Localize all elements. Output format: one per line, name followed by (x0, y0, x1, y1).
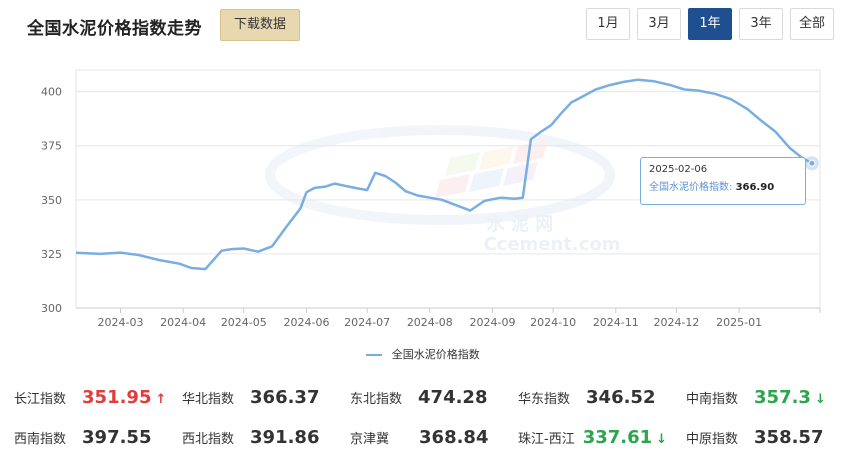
y-tick-label: 300 (41, 302, 62, 315)
index-value: 474.28 (418, 387, 488, 408)
watermark-text-en: Ccement.com (483, 234, 620, 255)
download-data-button[interactable]: 下载数据 (220, 9, 300, 41)
range-1-month-button[interactable]: 1月 (586, 8, 630, 40)
index-value: 346.52 (586, 387, 656, 408)
index-item[interactable]: 中原指数 358.57 (686, 420, 823, 456)
x-tick-label: 2024-08 (407, 316, 453, 329)
index-value: 337.61 (582, 427, 653, 448)
index-item[interactable]: 华东指数 346.52 (518, 380, 655, 416)
index-name: 长江指数 (14, 392, 67, 407)
index-item[interactable]: 珠江-西江 337.61 ↓ (518, 420, 667, 456)
index-name: 中原指数 (686, 432, 739, 447)
index-name: 珠江-西江 (518, 432, 575, 447)
index-row: 长江指数 351.95 ↑ 华北指数 366.37 东北指数 474.28 华东指数 34… (0, 380, 846, 416)
index-value: 397.55 (82, 427, 152, 448)
x-tick-label: 2024-11 (593, 316, 639, 329)
index-name: 西南指数 (14, 432, 67, 447)
tooltip-series-name: 全国水泥价格指数: (649, 182, 733, 193)
hover-point[interactable] (808, 159, 816, 167)
index-item[interactable]: 京津冀 368.84 (350, 420, 488, 456)
legend-line-swatch (366, 354, 383, 356)
index-name: 华东指数 (518, 392, 571, 407)
arrow-down-icon: ↓ (656, 432, 668, 447)
arrow-up-icon: ↑ (155, 392, 167, 407)
range-all-button[interactable]: 全部 (790, 8, 834, 40)
chart-area: 水 泥 网 Ccement.com 300 325 350 375 400 2024-0… (0, 60, 846, 370)
x-tick-label: 2024-12 (653, 316, 699, 329)
range-3-month-button[interactable]: 3月 (637, 8, 681, 40)
x-tick-label: 2025-01 (716, 316, 762, 329)
index-name: 中南指数 (686, 392, 739, 407)
index-item[interactable]: 东北指数 474.28 (350, 380, 487, 416)
range-3-year-button[interactable]: 3年 (739, 8, 783, 40)
x-tick-label: 2024-03 (97, 316, 143, 329)
tooltip-value: 366.90 (735, 182, 775, 193)
index-name: 京津冀 (350, 432, 390, 447)
index-value: 357.3 (754, 387, 811, 408)
legend-label: 全国水泥价格指数 (391, 348, 480, 361)
index-item[interactable]: 长江指数 351.95 ↑ (14, 380, 166, 416)
y-tick-label: 375 (41, 140, 62, 153)
index-value: 368.84 (419, 427, 489, 448)
watermark-text-cn: 水 泥 网 (487, 213, 554, 235)
x-tick-label: 2024-07 (344, 316, 390, 329)
y-tick-label: 400 (41, 86, 62, 99)
x-tick-label: 2024-04 (160, 316, 206, 329)
y-tick-label: 350 (41, 194, 62, 207)
chart-legend[interactable]: 全国水泥价格指数 (0, 346, 846, 362)
watermark-logo: 水 泥 网 Ccement.com (265, 125, 621, 255)
index-value: 358.57 (754, 427, 824, 448)
index-name: 华北指数 (182, 392, 235, 407)
x-tick-label: 2024-05 (221, 316, 267, 329)
index-item[interactable]: 西北指数 391.86 (182, 420, 319, 456)
range-1-year-button[interactable]: 1年 (688, 8, 732, 40)
index-value: 391.86 (250, 427, 320, 448)
line-chart: 水 泥 网 Ccement.com 300 325 350 375 400 2024-0… (41, 69, 821, 329)
index-row: 西南指数 397.55 西北指数 391.86 京津冀 368.84 珠江-西江 337… (0, 420, 846, 456)
x-tick-label: 2024-06 (283, 316, 329, 329)
index-value: 351.95 (82, 387, 152, 408)
index-value: 366.37 (250, 387, 320, 408)
x-tick-label: 2024-09 (469, 316, 515, 329)
index-item[interactable]: 西南指数 397.55 (14, 420, 151, 456)
index-name: 西北指数 (182, 432, 235, 447)
index-name: 东北指数 (350, 392, 403, 407)
index-item[interactable]: 华北指数 366.37 (182, 380, 319, 416)
chart-tooltip: 2025-02-06 全国水泥价格指数: 366.90 (640, 157, 806, 205)
tooltip-date: 2025-02-06 (649, 164, 708, 175)
arrow-down-icon: ↓ (814, 392, 826, 407)
y-tick-label: 325 (41, 248, 62, 261)
x-tick-label: 2024-10 (530, 316, 576, 329)
page-title: 全国水泥价格指数走势 (27, 19, 202, 39)
index-item[interactable]: 中南指数 357.3 ↓ (686, 380, 826, 416)
